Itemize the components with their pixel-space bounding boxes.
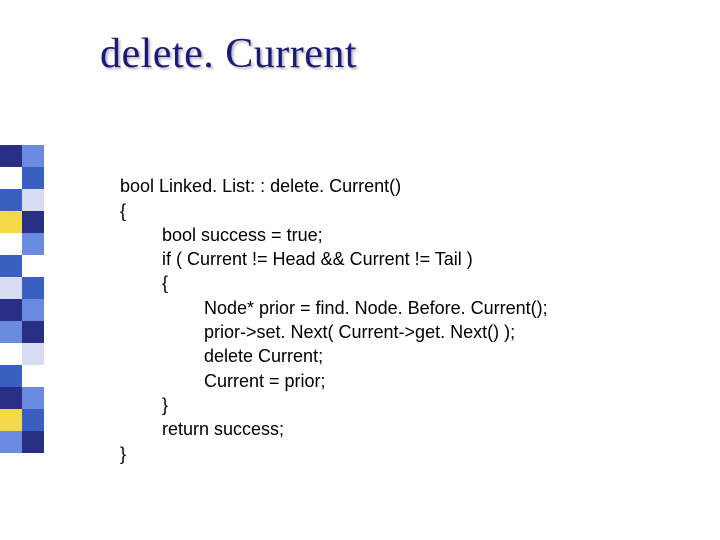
decorative-sidebar (0, 145, 44, 453)
code-line: bool success = true; (120, 223, 323, 247)
code-line: delete Current; (120, 344, 323, 368)
slide-title: delete. Current (100, 30, 357, 78)
code-block: bool Linked. List: : delete. Current() {… (120, 150, 548, 490)
code-line: Node* prior = find. Node. Before. Curren… (120, 296, 548, 320)
code-line: return success; (120, 417, 284, 441)
code-line: Current = prior; (120, 369, 326, 393)
code-line: { (120, 271, 168, 295)
slide: delete. Current bool Linked. List: : del… (0, 0, 720, 540)
code-line: } (120, 444, 126, 464)
code-line: bool Linked. List: : delete. Current() (120, 176, 401, 196)
code-line: prior->set. Next( Current->get. Next() )… (120, 320, 515, 344)
code-line: { (120, 201, 126, 221)
code-line: } (120, 393, 168, 417)
code-line: if ( Current != Head && Current != Tail … (120, 247, 473, 271)
